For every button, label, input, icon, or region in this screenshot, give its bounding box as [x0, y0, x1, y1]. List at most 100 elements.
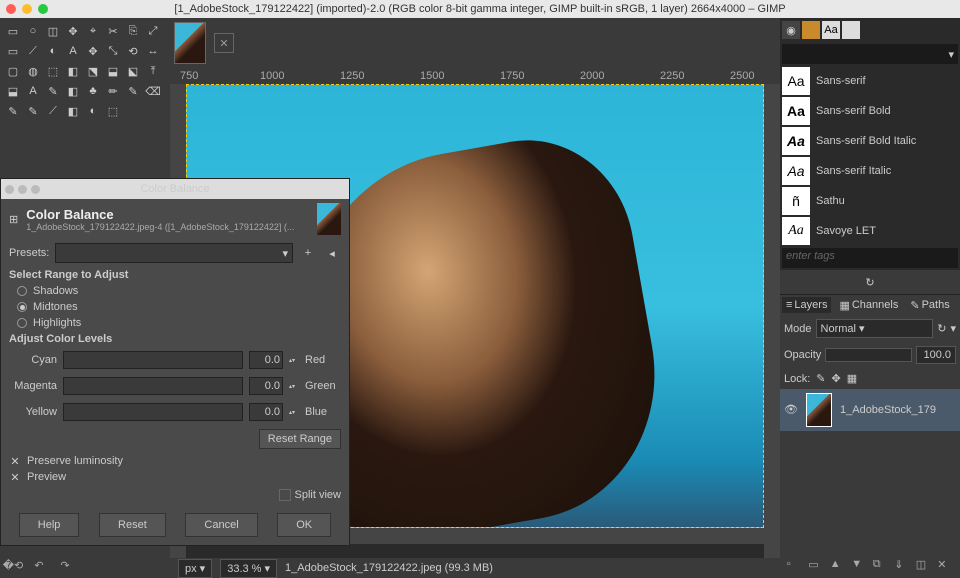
mask-icon[interactable]: ◫ — [916, 558, 932, 574]
tags-input[interactable]: enter tags — [782, 248, 958, 268]
tool-24[interactable]: ⬓ — [4, 82, 22, 100]
reset-range-button[interactable]: Reset Range — [259, 429, 341, 449]
tool-1[interactable]: ○ — [24, 22, 42, 40]
cyan-red-spinner[interactable]: ▴▾ — [289, 357, 299, 364]
yellow-blue-spinner[interactable]: ▴▾ — [289, 409, 299, 416]
lock-position-icon[interactable]: ✥ — [832, 372, 841, 385]
close-tab-icon[interactable]: ✕ — [214, 33, 234, 53]
brushes-tab-icon[interactable]: ◉ — [782, 21, 800, 39]
tool-4[interactable]: ⌖ — [84, 22, 102, 40]
tab-channels[interactable]: ▦ Channels — [835, 297, 902, 314]
tool-35[interactable]: ◧ — [64, 102, 82, 120]
tool-2[interactable]: ◫ — [44, 22, 62, 40]
tool-17[interactable]: ◍ — [24, 62, 42, 80]
duplicate-layer-icon[interactable]: ⧉ — [873, 558, 889, 574]
tool-37[interactable]: ⬚ — [104, 102, 122, 120]
layer-row[interactable]: 👁 1_AdobeStock_179 — [780, 389, 960, 431]
help-button[interactable]: Help — [19, 513, 80, 537]
split-view-checkbox[interactable] — [279, 489, 291, 501]
yellow-blue-value[interactable]: 0.0 — [249, 403, 283, 421]
undo-icon[interactable]: ↶ — [30, 556, 48, 574]
tool-18[interactable]: ⬚ — [44, 62, 62, 80]
image-thumbnail[interactable] — [174, 22, 206, 64]
zoom-selector[interactable]: 33.3 % ▾ — [220, 559, 277, 578]
tool-8[interactable]: ▭ — [4, 42, 22, 60]
presets-selector[interactable]: ▾ — [55, 243, 293, 263]
tool-3[interactable]: ✥ — [64, 22, 82, 40]
magenta-green-spinner[interactable]: ▴▾ — [289, 383, 299, 390]
font-filter-input[interactable]: ▾ — [782, 44, 958, 64]
font-item[interactable]: ñSathu — [780, 186, 960, 216]
tool-31[interactable]: ⌫ — [144, 82, 162, 100]
tool-33[interactable]: ✎ — [24, 102, 42, 120]
lower-layer-icon[interactable]: ▼ — [851, 558, 867, 574]
font-item[interactable]: AaSavoye LET — [780, 216, 960, 246]
tool-21[interactable]: ⬓ — [104, 62, 122, 80]
tool-10[interactable]: ◐ — [44, 42, 62, 60]
patterns-tab-icon[interactable] — [802, 21, 820, 39]
refresh-icon[interactable]: ↻ — [865, 276, 874, 289]
magenta-green-slider[interactable] — [63, 377, 243, 395]
tab-paths[interactable]: ✎ Paths — [906, 297, 953, 314]
tool-22[interactable]: ⬕ — [124, 62, 142, 80]
font-item[interactable]: AaSans-serif Italic — [780, 156, 960, 186]
lock-alpha-icon[interactable]: ▦ — [847, 372, 857, 385]
redo-icon[interactable]: ↷ — [56, 556, 74, 574]
yellow-blue-slider[interactable] — [63, 403, 243, 421]
tool-25[interactable]: A — [24, 82, 42, 100]
preview-checkbox[interactable]: ✕Preview — [1, 469, 349, 485]
magenta-green-value[interactable]: 0.0 — [249, 377, 283, 395]
new-group-icon[interactable]: ▭ — [808, 558, 824, 574]
font-item[interactable]: AaSans-serif Bold Italic — [780, 126, 960, 156]
tool-27[interactable]: ◧ — [64, 82, 82, 100]
tool-5[interactable]: ✂ — [104, 22, 122, 40]
unit-selector[interactable]: px ▾ — [178, 559, 212, 578]
toolbox-reset-icon[interactable]: �⟲ — [4, 556, 22, 574]
cyan-red-value[interactable]: 0.0 — [249, 351, 283, 369]
scrollbar-horizontal[interactable] — [186, 544, 764, 558]
radio-midtones[interactable]: Midtones — [1, 299, 349, 315]
tool-6[interactable]: ⎘ — [124, 22, 142, 40]
delete-layer-icon[interactable]: ✕ — [937, 558, 953, 574]
mode-switch-icon[interactable]: ↻ — [937, 322, 946, 335]
ok-button[interactable]: OK — [277, 513, 331, 537]
font-item[interactable]: AaSans-serif Bold — [780, 96, 960, 126]
cancel-button[interactable]: Cancel — [185, 513, 257, 537]
window-traffic-lights[interactable] — [6, 4, 48, 14]
tool-11[interactable]: A — [64, 42, 82, 60]
new-layer-icon[interactable]: ▫ — [787, 558, 803, 574]
tool-26[interactable]: ✎ — [44, 82, 62, 100]
tool-12[interactable]: ✥ — [84, 42, 102, 60]
mode-selector[interactable]: Normal ▾ — [816, 319, 934, 338]
tool-13[interactable]: ⤡ — [104, 42, 122, 60]
tool-15[interactable]: ↔ — [144, 42, 162, 60]
reset-button[interactable]: Reset — [99, 513, 166, 537]
opacity-value[interactable]: 100.0 — [916, 346, 956, 364]
tool-32[interactable]: ✎ — [4, 102, 22, 120]
tool-36[interactable]: ◐ — [84, 102, 102, 120]
opacity-slider[interactable] — [825, 348, 912, 362]
font-item[interactable]: AaSans-serif — [780, 66, 960, 96]
tool-16[interactable]: ▢ — [4, 62, 22, 80]
radio-shadows[interactable]: Shadows — [1, 283, 349, 299]
tool-23[interactable]: ⤒ — [144, 62, 162, 80]
tool-29[interactable]: ✏ — [104, 82, 122, 100]
tool-19[interactable]: ◧ — [64, 62, 82, 80]
tool-0[interactable]: ▭ — [4, 22, 22, 40]
visibility-icon[interactable]: 👁 — [784, 403, 798, 417]
radio-highlights[interactable]: Highlights — [1, 315, 349, 331]
tool-14[interactable]: ⟲ — [124, 42, 142, 60]
tool-34[interactable]: ⟋ — [44, 102, 62, 120]
lock-pixels-icon[interactable]: ✎ — [816, 372, 825, 385]
merge-down-icon[interactable]: ⇓ — [894, 558, 910, 574]
tool-9[interactable]: ⟋ — [24, 42, 42, 60]
dialog-titlebar[interactable]: Color Balance — [1, 179, 349, 199]
cyan-red-slider[interactable] — [63, 351, 243, 369]
raise-layer-icon[interactable]: ▲ — [830, 558, 846, 574]
preserve-luminosity-checkbox[interactable]: ✕Preserve luminosity — [1, 453, 349, 469]
preset-menu-icon[interactable]: ◂ — [323, 244, 341, 262]
tab-layers[interactable]: ≡ Layers — [782, 297, 831, 313]
document-tab-icon[interactable] — [842, 21, 860, 39]
tool-28[interactable]: ♣ — [84, 82, 102, 100]
fonts-tab-icon[interactable]: Aa — [822, 21, 840, 39]
